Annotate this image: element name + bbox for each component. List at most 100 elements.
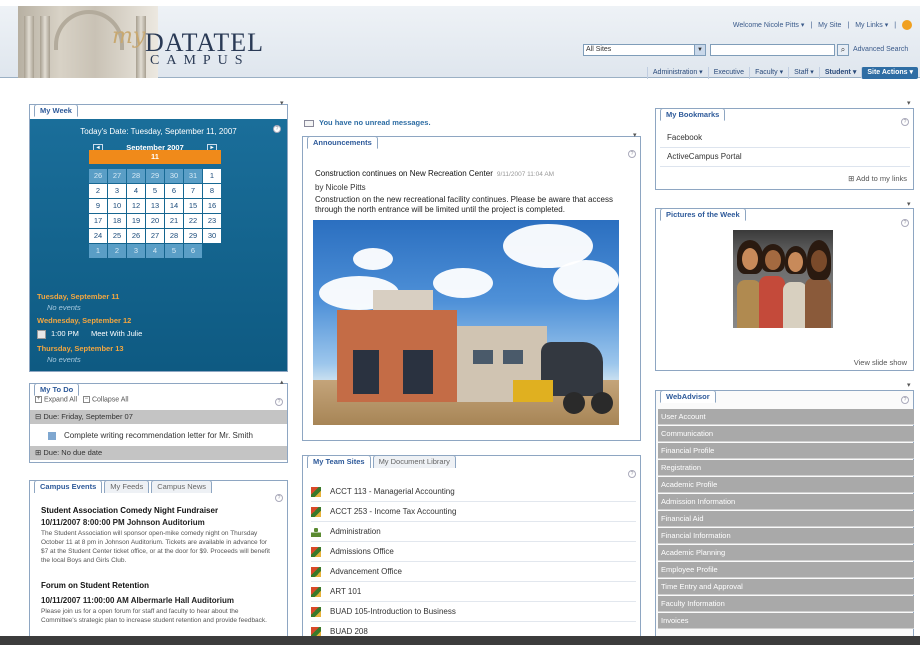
calendar-day[interactable]: 22 [184, 214, 202, 228]
messages-notice[interactable]: You have no unread messages. [304, 118, 431, 127]
calendar-day[interactable]: 18 [108, 214, 126, 228]
webadvisor-item[interactable]: Communication [658, 426, 914, 442]
calendar-day[interactable]: 14 [165, 199, 183, 213]
nav-faculty[interactable]: Faculty ▾ [749, 67, 788, 79]
bookmark-link[interactable]: ActiveCampus Portal [667, 152, 742, 161]
expand-all-link[interactable]: Expand All [44, 396, 77, 403]
tab-campus-events[interactable]: Campus Events [34, 480, 103, 493]
event-day-heading[interactable]: Thursday, September 13 [37, 343, 277, 355]
news-title[interactable]: Student Association Comedy Night Fundrai… [41, 505, 276, 517]
panel-menu-arrow[interactable]: ▾ [633, 131, 637, 139]
calendar-day[interactable]: 10 [108, 199, 126, 213]
calendar-day[interactable]: 3 [108, 184, 126, 198]
calendar-day[interactable]: 4 [146, 244, 164, 258]
calendar-day[interactable]: 24 [89, 229, 107, 243]
team-site-item[interactable]: Advancement Office [311, 562, 636, 582]
event-title[interactable]: Meet With Julie [91, 327, 142, 341]
calendar-day[interactable]: 5 [165, 244, 183, 258]
webadvisor-item[interactable]: Academic Planning [658, 545, 914, 561]
calendar-day[interactable]: 1 [203, 169, 221, 183]
tab-my-feeds[interactable]: My Feeds [104, 480, 150, 493]
team-site-item[interactable]: Administration [311, 522, 636, 542]
site-scope-select[interactable]: All Sites ▼ [583, 44, 706, 56]
calendar-day[interactable]: 26 [89, 169, 107, 183]
team-site-item[interactable]: BUAD 105-Introduction to Business [311, 602, 636, 622]
panel-menu-arrow[interactable]: ▴ [280, 378, 284, 386]
search-input[interactable] [710, 44, 835, 56]
todo-group[interactable]: ⊟ Due: Friday, September 07 [30, 410, 287, 424]
webadvisor-item[interactable]: Invoices [658, 613, 914, 629]
calendar-day[interactable]: 5 [146, 184, 164, 198]
help-icon[interactable] [902, 20, 912, 30]
event-day-heading[interactable]: Wednesday, September 12 [37, 315, 277, 327]
webadvisor-item[interactable]: User Account [658, 409, 914, 425]
help-icon[interactable]: ? [901, 118, 909, 126]
webadvisor-item[interactable]: Time Entry and Approval [658, 579, 914, 595]
calendar-day[interactable]: 2 [108, 244, 126, 258]
help-icon[interactable]: ? [273, 125, 281, 133]
help-icon[interactable]: ? [628, 470, 636, 478]
calendar-day[interactable]: 30 [165, 169, 183, 183]
calendar-day[interactable]: 20 [146, 214, 164, 228]
event-day-heading[interactable]: Tuesday, September 11 [37, 291, 277, 303]
my-site-link[interactable]: My Site [818, 22, 841, 29]
panel-menu-arrow[interactable]: ▾ [907, 381, 911, 389]
calendar-day[interactable]: 23 [203, 214, 221, 228]
view-slide-show-link[interactable]: View slide show [854, 358, 907, 367]
calendar-day[interactable]: 29 [184, 229, 202, 243]
calendar-day[interactable]: 16 [203, 199, 221, 213]
event-item[interactable]: 1:00 PM Meet With Julie [37, 327, 277, 341]
my-links-menu[interactable]: My Links ▾ [855, 22, 888, 29]
webadvisor-item[interactable]: Academic Profile [658, 477, 914, 493]
webadvisor-item[interactable]: Registration [658, 460, 914, 476]
calendar-day[interactable]: 30 [203, 229, 221, 243]
site-actions-menu[interactable]: Site Actions ▾ [861, 67, 918, 79]
tab-campus-news[interactable]: Campus News [151, 480, 212, 493]
nav-staff[interactable]: Staff ▾ [788, 67, 819, 79]
calendar-day[interactable]: 6 [165, 184, 183, 198]
calendar-day[interactable]: 12 [127, 199, 145, 213]
webadvisor-item[interactable]: Admission Information [658, 494, 914, 510]
help-icon[interactable]: ? [628, 150, 636, 158]
calendar-day[interactable]: 3 [127, 244, 145, 258]
help-icon[interactable]: ? [901, 219, 909, 227]
help-icon[interactable]: ? [275, 398, 283, 406]
tab-my-team-sites[interactable]: My Team Sites [307, 455, 371, 468]
calendar-day[interactable]: 26 [127, 229, 145, 243]
calendar-day[interactable]: 29 [146, 169, 164, 183]
calendar-day[interactable]: 31 [184, 169, 202, 183]
nav-student[interactable]: Student ▾ [818, 67, 862, 79]
help-icon[interactable]: ? [275, 494, 283, 502]
team-site-item[interactable]: ART 101 [311, 582, 636, 602]
announcement-headline[interactable]: Construction continues on New Recreation… [315, 169, 554, 178]
calendar-day[interactable]: 2 [89, 184, 107, 198]
calendar-day[interactable]: 9 [89, 199, 107, 213]
calendar-day[interactable]: 27 [108, 169, 126, 183]
calendar-day[interactable]: 1 [89, 244, 107, 258]
calendar-day[interactable]: 4 [127, 184, 145, 198]
team-site-item[interactable]: Admissions Office [311, 542, 636, 562]
students-photo[interactable] [733, 230, 833, 328]
nav-administration[interactable]: Administration ▾ [646, 67, 708, 79]
calendar-day[interactable]: 19 [127, 214, 145, 228]
team-site-item[interactable]: ACCT 113 - Managerial Accounting [311, 482, 636, 502]
expand-icon[interactable]: + [35, 396, 42, 403]
webadvisor-item[interactable]: Financial Aid [658, 511, 914, 527]
webadvisor-item[interactable]: Financial Information [658, 528, 914, 544]
nav-executive[interactable]: Executive [707, 67, 749, 79]
calendar-day-today[interactable]: 11 [89, 150, 221, 164]
welcome-menu[interactable]: Welcome Nicole Pitts ▾ [733, 22, 804, 29]
collapse-icon[interactable]: − [82, 396, 90, 403]
calendar-day[interactable]: 28 [127, 169, 145, 183]
todo-item[interactable]: Complete writing recommendation letter f… [30, 429, 287, 443]
calendar-day[interactable]: 8 [203, 184, 221, 198]
calendar-day[interactable]: 21 [165, 214, 183, 228]
calendar-day[interactable]: 15 [184, 199, 202, 213]
calendar-day[interactable]: 27 [146, 229, 164, 243]
add-to-my-links[interactable]: ⊞ Add to my links [848, 174, 907, 183]
advanced-search-link[interactable]: Advanced Search [853, 46, 908, 53]
calendar-day[interactable]: 17 [89, 214, 107, 228]
news-title[interactable]: Forum on Student Retention [41, 580, 276, 592]
panel-menu-arrow[interactable]: ▾ [907, 99, 911, 107]
tab-my-document-library[interactable]: My Document Library [372, 455, 456, 468]
